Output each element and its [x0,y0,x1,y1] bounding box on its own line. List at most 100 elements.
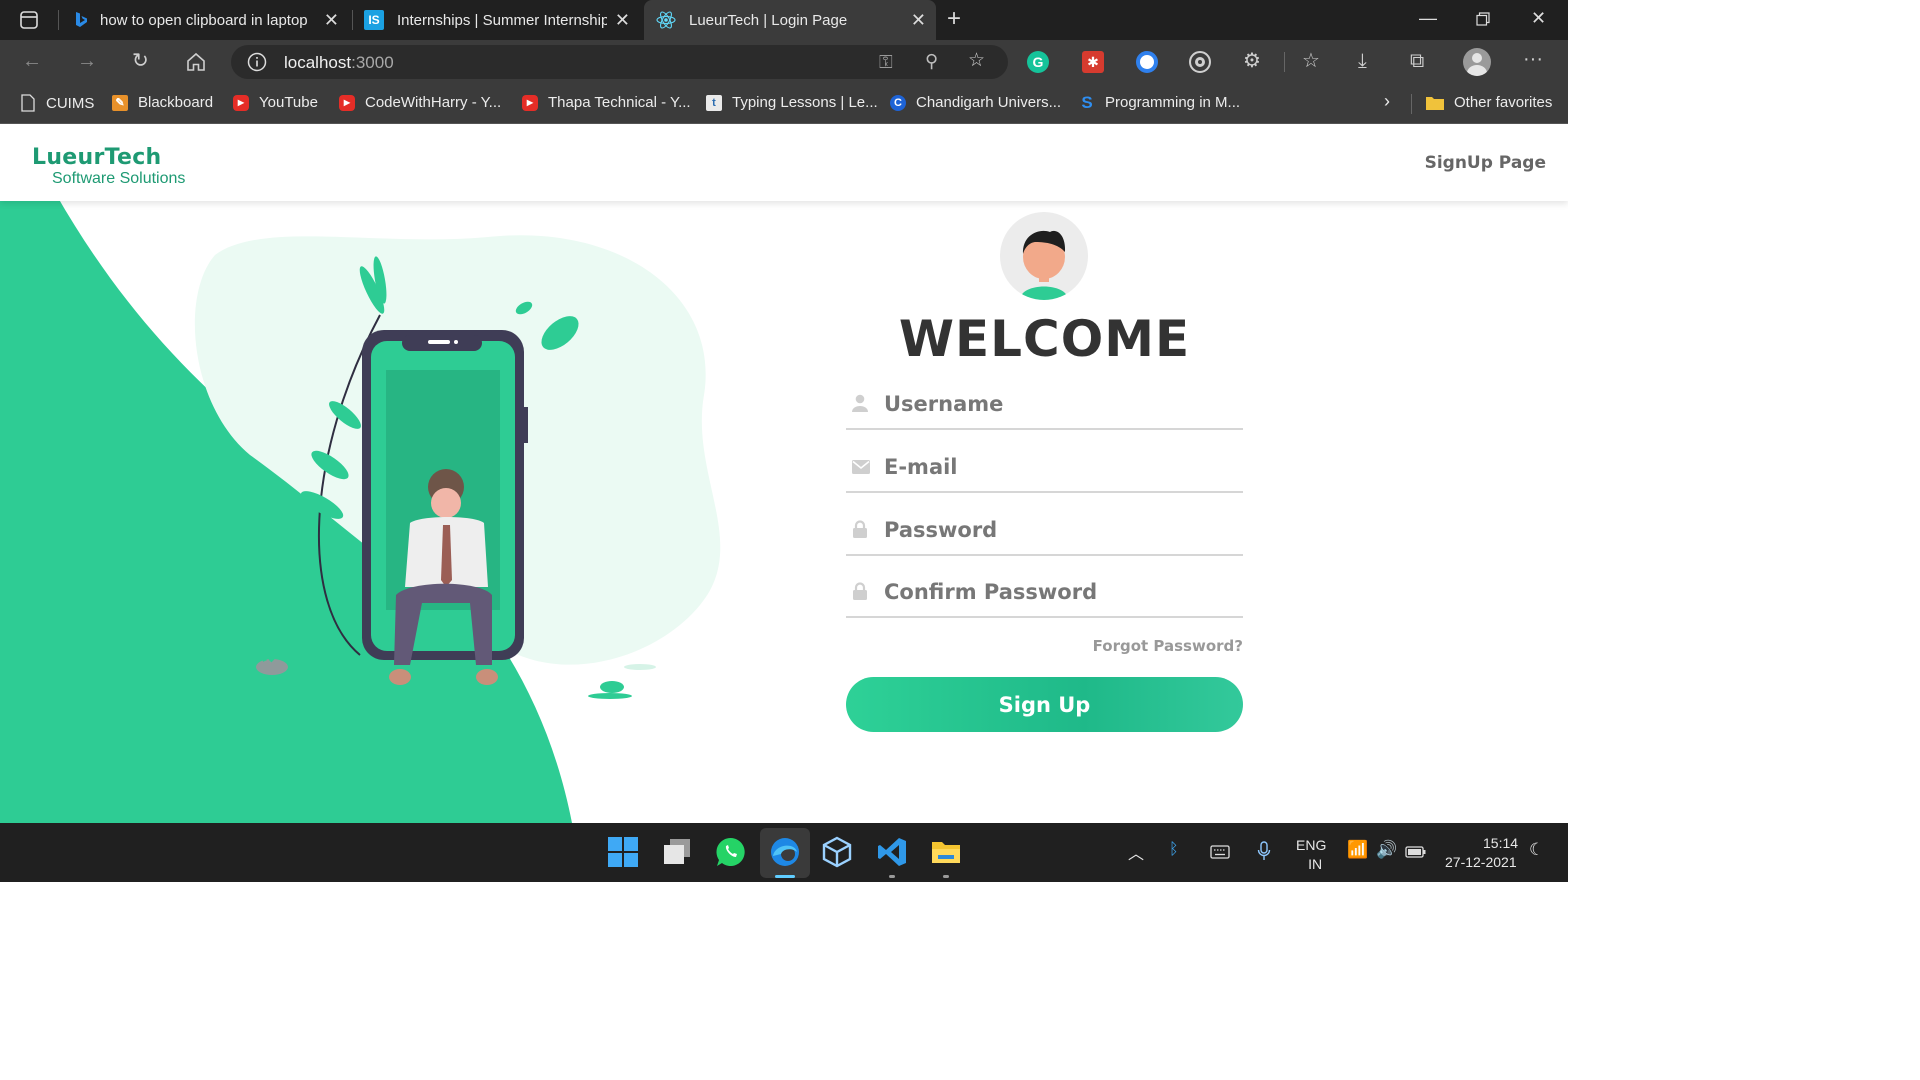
forward-icon[interactable]: → [77,50,97,72]
forgot-password-link[interactable]: Forgot Password? [1093,637,1243,655]
running-indicator [943,875,949,878]
collections-icon[interactable]: ⧉ [1410,50,1424,72]
grammarly-extension-icon[interactable]: G [1027,51,1049,73]
whatsapp-icon[interactable] [715,836,747,868]
site-info-icon[interactable] [247,52,267,72]
wifi-icon[interactable]: 📶 [1347,840,1368,860]
bookmark-programming[interactable]: S Programming in M... [1079,92,1240,112]
mail-icon [852,460,870,474]
bookmark-thapa-technical[interactable]: ▶ Thapa Technical - Y... [522,94,691,111]
password-field[interactable] [846,506,1243,556]
extension-icon[interactable]: ✱ [1082,51,1104,73]
favorites-bar: CUIMS ✎ Blackboard ▶ YouTube ▶ CodeWithH… [0,84,1568,124]
windows-start-icon[interactable] [607,836,639,868]
email-input[interactable] [884,449,1234,485]
file-explorer-icon[interactable] [930,836,962,868]
downloads-icon[interactable]: ⤓ [1358,50,1367,72]
clock-date[interactable]: 27-12-2021 [1445,854,1517,870]
virtualbox-icon[interactable] [821,836,853,868]
input-language[interactable]: ENG IN [1296,836,1326,874]
brand-logo[interactable]: LueurTech [32,145,162,170]
active-indicator [775,875,795,878]
tab-actions-icon[interactable] [20,11,38,29]
bookmark-other-favorites[interactable]: Other favorites [1425,94,1552,111]
extension-icon[interactable] [1189,51,1211,73]
confirm-password-input[interactable] [884,574,1234,610]
keyboard-icon[interactable] [1210,845,1230,859]
react-icon [656,11,676,29]
chevron-right-icon[interactable]: › [1384,91,1390,112]
bluetooth-icon[interactable]: ᛒ [1169,841,1179,859]
more-menu-icon[interactable]: ··· [1523,48,1543,70]
tab-title: Internships | Summer Internship [397,11,607,29]
bookmark-youtube[interactable]: ▶ YouTube [233,94,318,111]
running-indicator [889,875,895,878]
close-window-icon[interactable]: ✕ [1531,8,1546,29]
extensions-puzzle-icon[interactable]: ⚙ [1243,50,1261,72]
close-tab-icon[interactable]: ✕ [615,10,630,31]
email-field[interactable] [846,443,1243,493]
profile-avatar-icon[interactable] [1463,48,1491,76]
signup-form: WELCOME Username E-mail Forgot Password?… [846,125,1243,823]
url-text[interactable]: localhost:3000 [284,53,394,73]
folder-icon [1426,96,1444,110]
tab-title: LueurTech | Login Page [689,11,848,29]
restore-icon[interactable] [1476,12,1490,26]
bookmark-codewithharry[interactable]: ▶ CodeWithHarry - Y... [339,94,501,111]
bookmark-chandigarh-university[interactable]: C Chandigarh Univers... [890,94,1061,111]
phone-illustration [0,125,721,823]
back-icon[interactable]: ← [22,50,42,72]
volume-icon[interactable]: 🔊 [1376,840,1397,860]
bookmarks-divider [1411,94,1412,114]
sign-up-button[interactable]: Sign Up [846,677,1243,732]
bing-icon [76,12,87,27]
internshala-icon: IS [364,10,384,30]
new-tab-icon[interactable]: + [947,5,961,33]
minimize-icon[interactable]: — [1419,8,1437,29]
extension-icon[interactable] [1136,51,1158,73]
bookmark-cuims[interactable]: CUIMS [20,94,94,112]
close-tab-icon[interactable]: ✕ [911,10,926,31]
tab-separator [352,10,353,30]
home-icon[interactable] [186,52,206,72]
password-input[interactable] [884,512,1234,548]
tab-internships[interactable]: IS Internships | Summer Internship ✕ [356,0,640,40]
username-input[interactable] [884,386,1234,422]
tab-separator [58,10,59,30]
web-page: LueurTech Software Solutions SignUp Page [0,125,1568,823]
battery-icon[interactable] [1405,845,1427,859]
favorites-icon[interactable]: ☆ [1302,50,1320,72]
notifications-icon[interactable]: ☾ [1529,840,1544,860]
refresh-icon[interactable]: ↻ [132,50,149,72]
user-icon [852,394,868,412]
microphone-icon[interactable] [1257,841,1271,861]
site-navbar: LueurTech Software Solutions SignUp Page [0,125,1568,201]
avatar-icon [1020,230,1068,300]
signup-page-link[interactable]: SignUp Page [1425,153,1546,173]
add-favorite-icon[interactable]: ☆ [968,50,985,72]
tab-bing-search[interactable]: how to open clipboard in laptop ✕ [66,0,349,40]
vscode-icon[interactable] [876,836,908,868]
cu-icon: C [890,94,906,111]
address-bar[interactable]: localhost:3000 ⚿ ⚲ ☆ [231,45,1008,79]
typing-icon: t [706,94,722,111]
tab-lueurtech-login[interactable]: LueurTech | Login Page ✕ [644,0,936,40]
zoom-icon[interactable]: ⚲ [925,50,938,72]
close-tab-icon[interactable]: ✕ [324,10,339,31]
lock-icon [853,520,867,538]
bookmark-blackboard[interactable]: ✎ Blackboard [112,94,213,111]
s-icon: S [1081,92,1093,112]
bookmark-typing-lessons[interactable]: t Typing Lessons | Le... [706,94,878,111]
clock-time[interactable]: 15:14 [1483,835,1518,851]
user-avatar [1000,212,1088,300]
welcome-heading: WELCOME [898,310,1191,368]
password-key-icon[interactable]: ⚿ [879,51,893,73]
youtube-icon: ▶ [233,94,249,111]
username-field[interactable] [846,380,1243,430]
lock-icon [853,582,867,600]
show-hidden-icons-icon[interactable]: ︿ [1128,840,1144,864]
edge-browser-icon[interactable] [769,836,801,868]
browser-tab-bar: how to open clipboard in laptop ✕ IS Int… [0,0,1568,40]
confirm-password-field[interactable] [846,568,1243,618]
task-view-icon[interactable] [661,836,693,868]
